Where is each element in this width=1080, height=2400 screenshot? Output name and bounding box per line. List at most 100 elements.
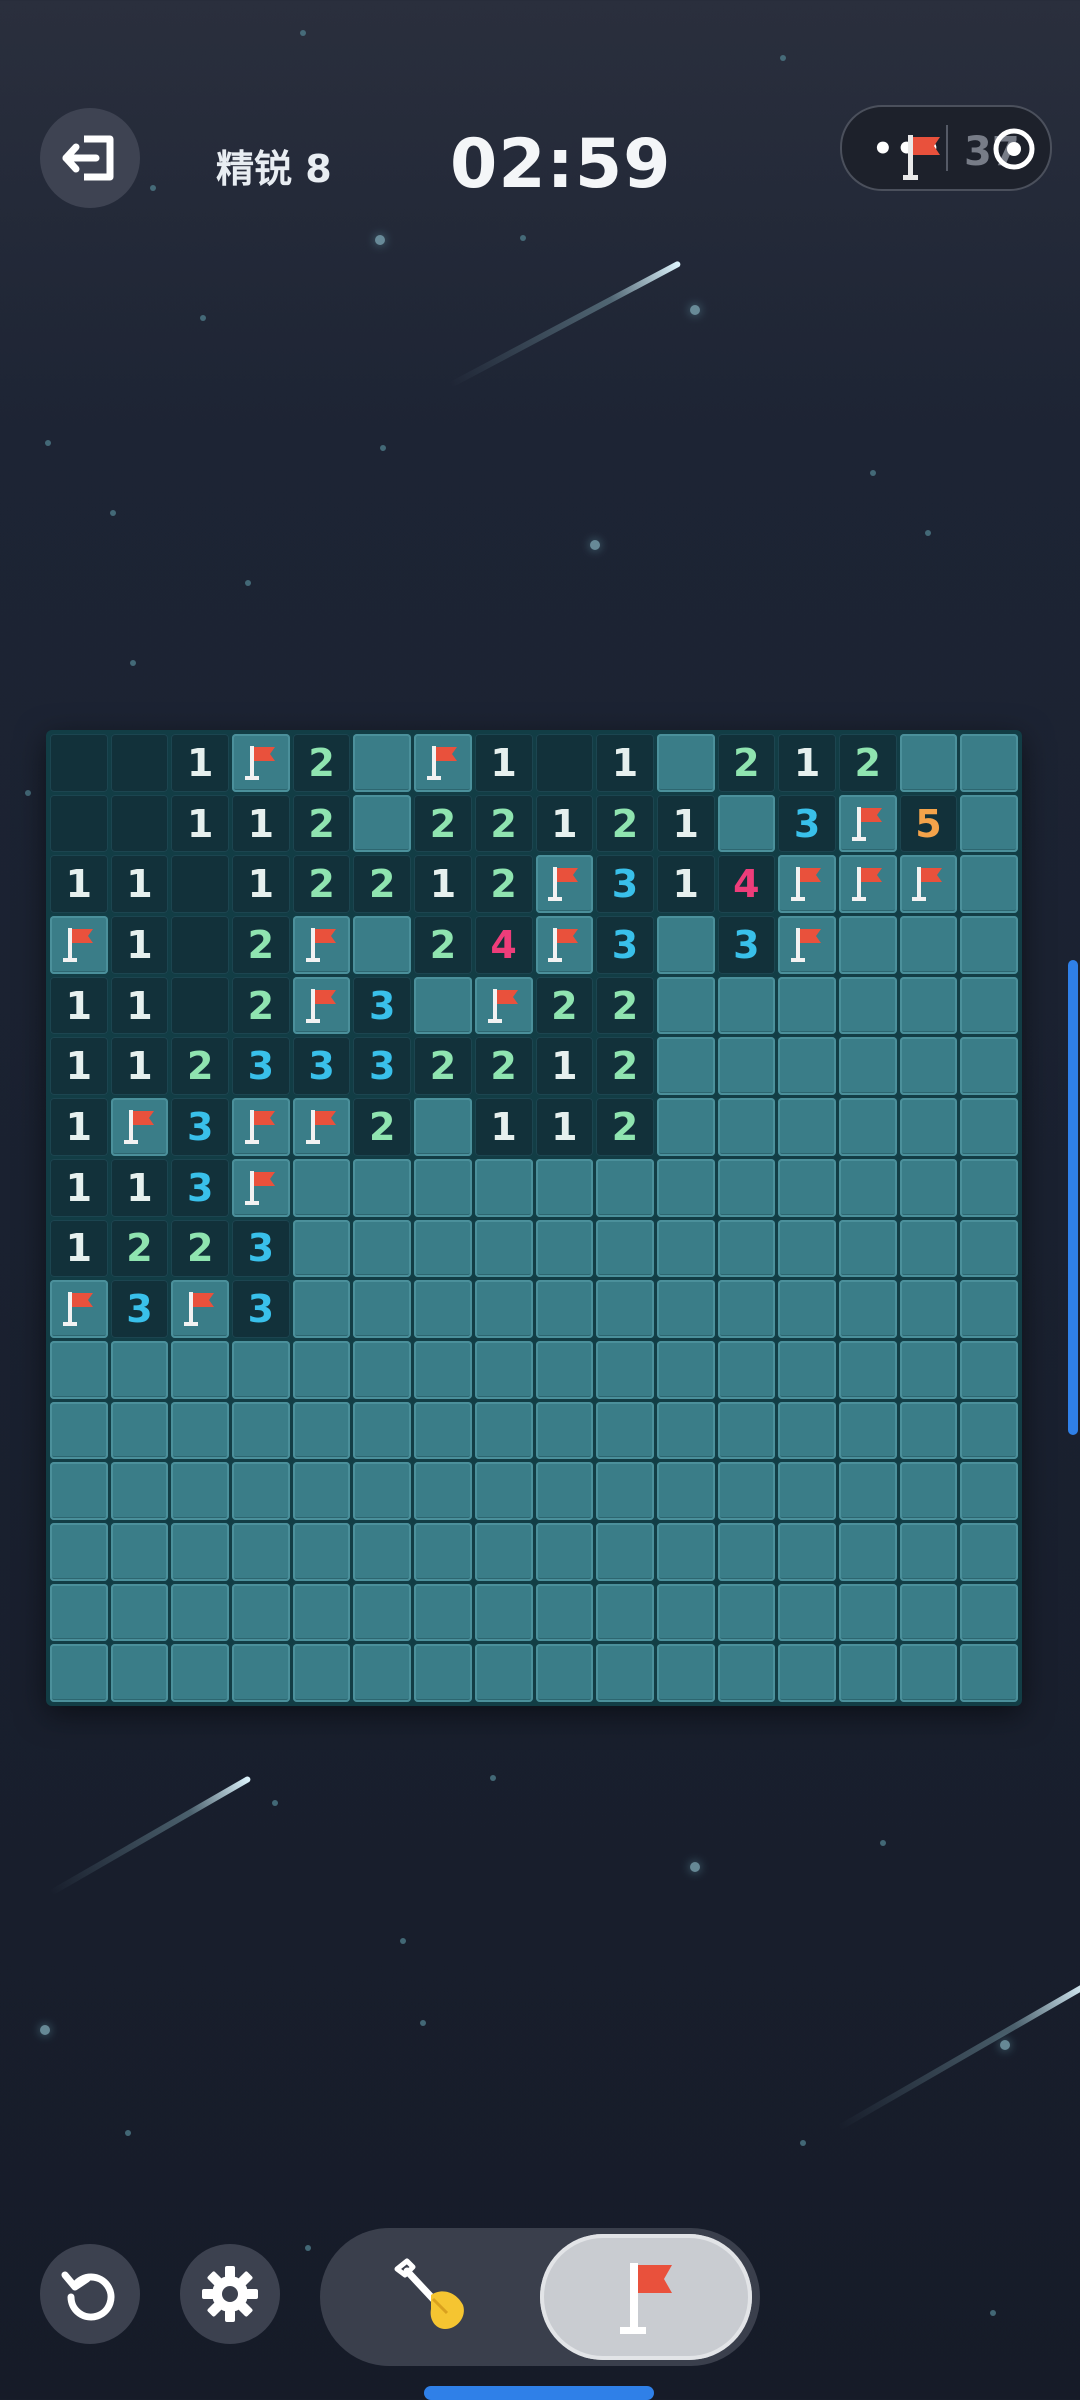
covered-cell[interactable] bbox=[535, 1280, 594, 1338]
covered-cell[interactable] bbox=[110, 1462, 169, 1520]
covered-cell[interactable] bbox=[899, 1583, 958, 1642]
covered-cell[interactable] bbox=[110, 1522, 169, 1581]
covered-cell[interactable] bbox=[717, 976, 776, 1035]
number-cell[interactable]: 3 bbox=[353, 1037, 412, 1096]
number-cell[interactable]: 1 bbox=[171, 734, 230, 792]
covered-cell[interactable] bbox=[838, 1158, 897, 1217]
covered-cell[interactable] bbox=[838, 1098, 897, 1156]
covered-cell[interactable] bbox=[353, 1462, 412, 1520]
covered-cell[interactable] bbox=[50, 1583, 108, 1642]
covered-cell[interactable] bbox=[656, 1037, 715, 1096]
covered-cell[interactable] bbox=[838, 1219, 897, 1278]
covered-cell[interactable] bbox=[535, 1522, 594, 1581]
number-cell[interactable]: 3 bbox=[778, 794, 836, 853]
covered-cell[interactable] bbox=[717, 1098, 776, 1156]
covered-cell[interactable] bbox=[232, 1522, 290, 1581]
flagged-cell[interactable] bbox=[50, 916, 108, 974]
covered-cell[interactable] bbox=[899, 1158, 958, 1217]
covered-cell[interactable] bbox=[899, 976, 958, 1035]
covered-cell[interactable] bbox=[474, 1219, 533, 1278]
covered-cell[interactable] bbox=[656, 1644, 715, 1702]
covered-cell[interactable] bbox=[50, 1522, 108, 1581]
covered-cell[interactable] bbox=[717, 1644, 776, 1702]
covered-cell[interactable] bbox=[596, 1280, 654, 1338]
number-cell[interactable]: 3 bbox=[232, 1037, 290, 1096]
number-cell[interactable]: 1 bbox=[596, 734, 654, 792]
covered-cell[interactable] bbox=[474, 1280, 533, 1338]
covered-cell[interactable] bbox=[414, 1583, 472, 1642]
covered-cell[interactable] bbox=[171, 1522, 230, 1581]
flagged-cell[interactable] bbox=[535, 916, 594, 974]
covered-cell[interactable] bbox=[596, 1522, 654, 1581]
covered-cell[interactable] bbox=[960, 1219, 1018, 1278]
number-cell[interactable]: 1 bbox=[232, 855, 290, 914]
number-cell[interactable]: 1 bbox=[656, 855, 715, 914]
covered-cell[interactable] bbox=[232, 1401, 290, 1460]
covered-cell[interactable] bbox=[717, 1340, 776, 1399]
number-cell[interactable]: 2 bbox=[414, 794, 472, 853]
number-cell[interactable]: 1 bbox=[474, 734, 533, 792]
number-cell[interactable]: 1 bbox=[110, 855, 169, 914]
covered-cell[interactable] bbox=[778, 1401, 836, 1460]
covered-cell[interactable] bbox=[232, 1583, 290, 1642]
number-cell[interactable]: 2 bbox=[171, 1037, 230, 1096]
covered-cell[interactable] bbox=[899, 1219, 958, 1278]
covered-cell[interactable] bbox=[656, 1462, 715, 1520]
covered-cell[interactable] bbox=[474, 1340, 533, 1399]
covered-cell[interactable] bbox=[899, 1522, 958, 1581]
covered-cell[interactable] bbox=[414, 1340, 472, 1399]
number-cell[interactable]: 2 bbox=[414, 1037, 472, 1096]
number-cell[interactable]: 1 bbox=[474, 1098, 533, 1156]
covered-cell[interactable] bbox=[110, 1340, 169, 1399]
number-cell[interactable]: 2 bbox=[474, 794, 533, 853]
number-cell[interactable]: 2 bbox=[292, 734, 351, 792]
covered-cell[interactable] bbox=[292, 1644, 351, 1702]
covered-cell[interactable] bbox=[596, 1401, 654, 1460]
number-cell[interactable]: 2 bbox=[596, 976, 654, 1035]
number-cell[interactable]: 1 bbox=[110, 1158, 169, 1217]
flagged-cell[interactable] bbox=[838, 794, 897, 853]
covered-cell[interactable] bbox=[717, 1219, 776, 1278]
covered-cell[interactable] bbox=[414, 1098, 472, 1156]
covered-cell[interactable] bbox=[232, 1340, 290, 1399]
covered-cell[interactable] bbox=[414, 1280, 472, 1338]
number-cell[interactable]: 2 bbox=[292, 794, 351, 853]
number-cell[interactable]: 2 bbox=[838, 734, 897, 792]
covered-cell[interactable] bbox=[292, 1280, 351, 1338]
number-cell[interactable]: 3 bbox=[717, 916, 776, 974]
covered-cell[interactable] bbox=[717, 1158, 776, 1217]
covered-cell[interactable] bbox=[292, 1158, 351, 1217]
flagged-cell[interactable] bbox=[50, 1280, 108, 1338]
covered-cell[interactable] bbox=[960, 1037, 1018, 1096]
covered-cell[interactable] bbox=[414, 1644, 472, 1702]
covered-cell[interactable] bbox=[838, 1340, 897, 1399]
flag-mode-button[interactable] bbox=[540, 2234, 752, 2360]
covered-cell[interactable] bbox=[960, 976, 1018, 1035]
covered-cell[interactable] bbox=[960, 1401, 1018, 1460]
covered-cell[interactable] bbox=[50, 1644, 108, 1702]
covered-cell[interactable] bbox=[838, 1583, 897, 1642]
covered-cell[interactable] bbox=[838, 1644, 897, 1702]
covered-cell[interactable] bbox=[292, 1340, 351, 1399]
number-cell[interactable]: 2 bbox=[232, 976, 290, 1035]
covered-cell[interactable] bbox=[899, 1401, 958, 1460]
covered-cell[interactable] bbox=[960, 1158, 1018, 1217]
number-cell[interactable]: 5 bbox=[899, 794, 958, 853]
covered-cell[interactable] bbox=[110, 1644, 169, 1702]
flagged-cell[interactable] bbox=[232, 1098, 290, 1156]
covered-cell[interactable] bbox=[960, 794, 1018, 853]
covered-cell[interactable] bbox=[171, 1644, 230, 1702]
covered-cell[interactable] bbox=[899, 1280, 958, 1338]
number-cell[interactable]: 3 bbox=[596, 855, 654, 914]
number-cell[interactable]: 2 bbox=[414, 916, 472, 974]
covered-cell[interactable] bbox=[717, 1583, 776, 1642]
number-cell[interactable]: 2 bbox=[717, 734, 776, 792]
restart-button[interactable] bbox=[40, 2244, 140, 2344]
covered-cell[interactable] bbox=[535, 1340, 594, 1399]
covered-cell[interactable] bbox=[596, 1583, 654, 1642]
number-cell[interactable]: 2 bbox=[353, 855, 412, 914]
covered-cell[interactable] bbox=[778, 1158, 836, 1217]
number-cell[interactable]: 2 bbox=[232, 916, 290, 974]
scrollbar[interactable] bbox=[1068, 960, 1078, 1435]
covered-cell[interactable] bbox=[656, 1280, 715, 1338]
